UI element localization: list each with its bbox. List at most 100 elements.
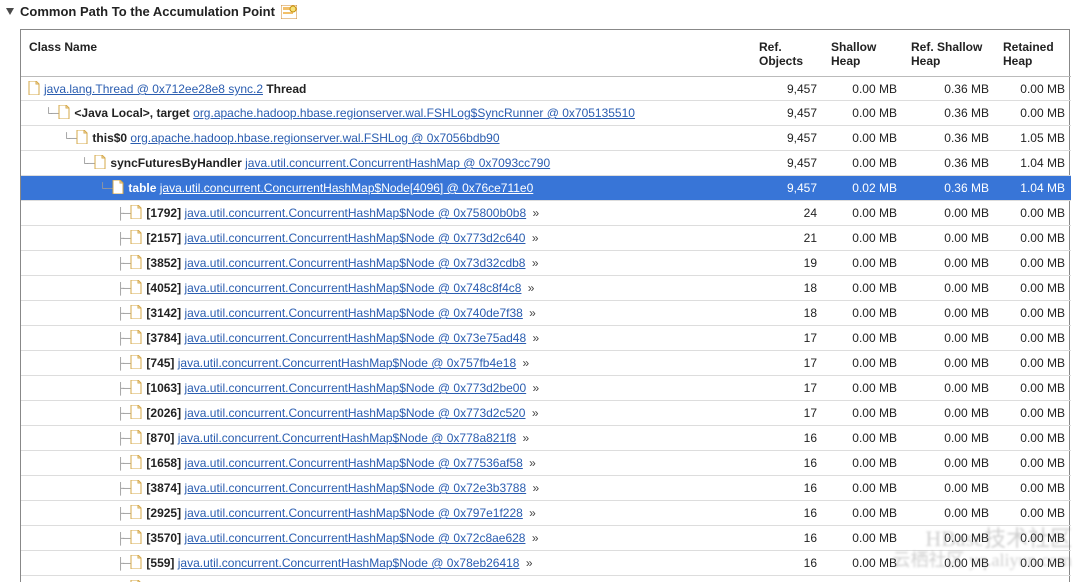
cell-ref-objects: 16	[751, 526, 823, 551]
cell-class-name: └─ <Java Local>, target org.apache.hadoo…	[21, 101, 751, 126]
cell-ref-shallow-heap: 0.00 MB	[903, 576, 995, 582]
row-field-name: this$0	[92, 131, 130, 145]
cell-shallow-heap: 0.00 MB	[823, 451, 903, 476]
cell-retained-heap: 1.04 MB	[995, 151, 1071, 176]
object-link[interactable]: java.util.concurrent.ConcurrentHashMap$N…	[184, 531, 525, 545]
table-row[interactable]: └─ this$0 org.apache.hadoop.hbase.region…	[21, 126, 1071, 151]
cell-ref-shallow-heap: 0.00 MB	[903, 251, 995, 276]
cell-retained-heap: 0.00 MB	[995, 551, 1071, 576]
object-link[interactable]: java.util.concurrent.ConcurrentHashMap$N…	[184, 306, 522, 320]
table-row[interactable]: └─ table java.util.concurrent.Concurrent…	[21, 176, 1071, 201]
table-row[interactable]: ├─ [2319] java.util.concurrent.Concurren…	[21, 576, 1071, 582]
table-row[interactable]: └─ syncFuturesByHandler java.util.concur…	[21, 151, 1071, 176]
object-link[interactable]: java.util.concurrent.ConcurrentHashMap$N…	[178, 431, 516, 445]
table-row[interactable]: ├─ [2925] java.util.concurrent.Concurren…	[21, 501, 1071, 526]
cell-ref-objects: 16	[751, 451, 823, 476]
tree-branch-icon: ├─	[117, 282, 129, 296]
object-icon	[129, 555, 143, 570]
cell-ref-shallow-heap: 0.00 MB	[903, 226, 995, 251]
cell-shallow-heap: 0.00 MB	[823, 526, 903, 551]
object-link[interactable]: java.util.concurrent.ConcurrentHashMap$N…	[178, 356, 516, 370]
object-link[interactable]: java.util.concurrent.ConcurrentHashMap$N…	[178, 556, 520, 570]
expand-hint-icon[interactable]: »	[523, 306, 536, 320]
cell-ref-objects: 17	[751, 376, 823, 401]
cell-retained-heap: 1.05 MB	[995, 126, 1071, 151]
object-icon	[75, 130, 89, 145]
table-row[interactable]: ├─ [3852] java.util.concurrent.Concurren…	[21, 251, 1071, 276]
object-link[interactable]: java.util.concurrent.ConcurrentHashMap$N…	[184, 481, 526, 495]
expand-hint-icon[interactable]: »	[523, 506, 536, 520]
disclosure-toggle-icon[interactable]	[6, 8, 14, 15]
object-icon	[129, 580, 143, 582]
row-field-name: [3570]	[146, 531, 184, 545]
object-link[interactable]: java.util.concurrent.ConcurrentHashMap @…	[245, 156, 550, 170]
table-row[interactable]: ├─ [3570] java.util.concurrent.Concurren…	[21, 526, 1071, 551]
object-link[interactable]: java.util.concurrent.ConcurrentHashMap$N…	[184, 456, 522, 470]
table-row[interactable]: └─ <Java Local>, target org.apache.hadoo…	[21, 101, 1071, 126]
table-row[interactable]: ├─ [3874] java.util.concurrent.Concurren…	[21, 476, 1071, 501]
object-link[interactable]: java.lang.Thread @ 0x712ee28e8 sync.2	[44, 82, 263, 96]
expand-hint-icon[interactable]: »	[525, 231, 538, 245]
table-row[interactable]: ├─ [745] java.util.concurrent.Concurrent…	[21, 351, 1071, 376]
cell-shallow-heap: 0.00 MB	[823, 501, 903, 526]
expand-hint-icon[interactable]: »	[519, 556, 532, 570]
table-row[interactable]: ├─ [1658] java.util.concurrent.Concurren…	[21, 451, 1071, 476]
table-row[interactable]: ├─ [4052] java.util.concurrent.Concurren…	[21, 276, 1071, 301]
expand-hint-icon[interactable]: »	[521, 281, 534, 295]
col-ref-objects[interactable]: Ref. Objects	[751, 30, 823, 77]
cell-ref-shallow-heap: 0.00 MB	[903, 501, 995, 526]
row-field-name: [4052]	[146, 281, 184, 295]
expand-hint-icon[interactable]: »	[516, 431, 529, 445]
expand-hint-icon[interactable]: »	[526, 206, 539, 220]
col-ref-shallow-heap[interactable]: Ref. Shallow Heap	[903, 30, 995, 77]
cell-shallow-heap: 0.00 MB	[823, 576, 903, 582]
expand-hint-icon[interactable]: »	[523, 456, 536, 470]
cell-retained-heap: 1.04 MB	[995, 176, 1071, 201]
table-row[interactable]: ├─ [3142] java.util.concurrent.Concurren…	[21, 301, 1071, 326]
object-link[interactable]: java.util.concurrent.ConcurrentHashMap$N…	[160, 181, 534, 195]
cell-shallow-heap: 0.00 MB	[823, 251, 903, 276]
object-icon	[57, 105, 71, 120]
table-row[interactable]: ├─ [870] java.util.concurrent.Concurrent…	[21, 426, 1071, 451]
expand-hint-icon[interactable]: »	[525, 581, 538, 582]
object-link[interactable]: org.apache.hadoop.hbase.regionserver.wal…	[193, 106, 635, 120]
cell-ref-shallow-heap: 0.00 MB	[903, 376, 995, 401]
cell-class-name: ├─ [2319] java.util.concurrent.Concurren…	[21, 576, 751, 582]
expand-hint-icon[interactable]: »	[526, 481, 539, 495]
object-link[interactable]: java.util.concurrent.ConcurrentHashMap$N…	[184, 506, 522, 520]
object-icon	[129, 530, 143, 545]
table-row[interactable]: ├─ [1063] java.util.concurrent.Concurren…	[21, 376, 1071, 401]
object-link[interactable]: java.util.concurrent.ConcurrentHashMap$N…	[184, 256, 525, 270]
row-field-name: [1063]	[146, 381, 184, 395]
col-retained-heap[interactable]: Retained Heap	[995, 30, 1071, 77]
expand-hint-icon[interactable]: »	[525, 531, 538, 545]
cell-shallow-heap: 0.00 MB	[823, 151, 903, 176]
object-link[interactable]: java.util.concurrent.ConcurrentHashMap$N…	[184, 331, 526, 345]
row-field-name: [1792]	[146, 206, 184, 220]
expand-hint-icon[interactable]: »	[516, 356, 529, 370]
cell-ref-shallow-heap: 0.36 MB	[903, 126, 995, 151]
table-row[interactable]: ├─ [2157] java.util.concurrent.Concurren…	[21, 226, 1071, 251]
table-row[interactable]: java.lang.Thread @ 0x712ee28e8 sync.2 Th…	[21, 77, 1071, 101]
object-link[interactable]: org.apache.hadoop.hbase.regionserver.wal…	[130, 131, 499, 145]
col-shallow-heap[interactable]: Shallow Heap	[823, 30, 903, 77]
cell-ref-shallow-heap: 0.00 MB	[903, 301, 995, 326]
object-link[interactable]: java.util.concurrent.ConcurrentHashMap$N…	[184, 581, 525, 582]
cell-ref-objects: 17	[751, 351, 823, 376]
cell-ref-objects: 19	[751, 251, 823, 276]
expand-hint-icon[interactable]: »	[525, 406, 538, 420]
object-link[interactable]: java.util.concurrent.ConcurrentHashMap$N…	[184, 206, 526, 220]
object-link[interactable]: java.util.concurrent.ConcurrentHashMap$N…	[184, 381, 526, 395]
row-field-name: [2157]	[146, 231, 184, 245]
object-link[interactable]: java.util.concurrent.ConcurrentHashMap$N…	[184, 406, 525, 420]
table-row[interactable]: ├─ [3784] java.util.concurrent.Concurren…	[21, 326, 1071, 351]
object-link[interactable]: java.util.concurrent.ConcurrentHashMap$N…	[184, 231, 525, 245]
object-link[interactable]: java.util.concurrent.ConcurrentHashMap$N…	[184, 281, 521, 295]
expand-hint-icon[interactable]: »	[525, 256, 538, 270]
expand-hint-icon[interactable]: »	[526, 331, 539, 345]
expand-hint-icon[interactable]: »	[526, 381, 539, 395]
col-class-name[interactable]: Class Name	[21, 30, 751, 77]
table-row[interactable]: ├─ [2026] java.util.concurrent.Concurren…	[21, 401, 1071, 426]
table-row[interactable]: ├─ [559] java.util.concurrent.Concurrent…	[21, 551, 1071, 576]
table-row[interactable]: ├─ [1792] java.util.concurrent.Concurren…	[21, 201, 1071, 226]
